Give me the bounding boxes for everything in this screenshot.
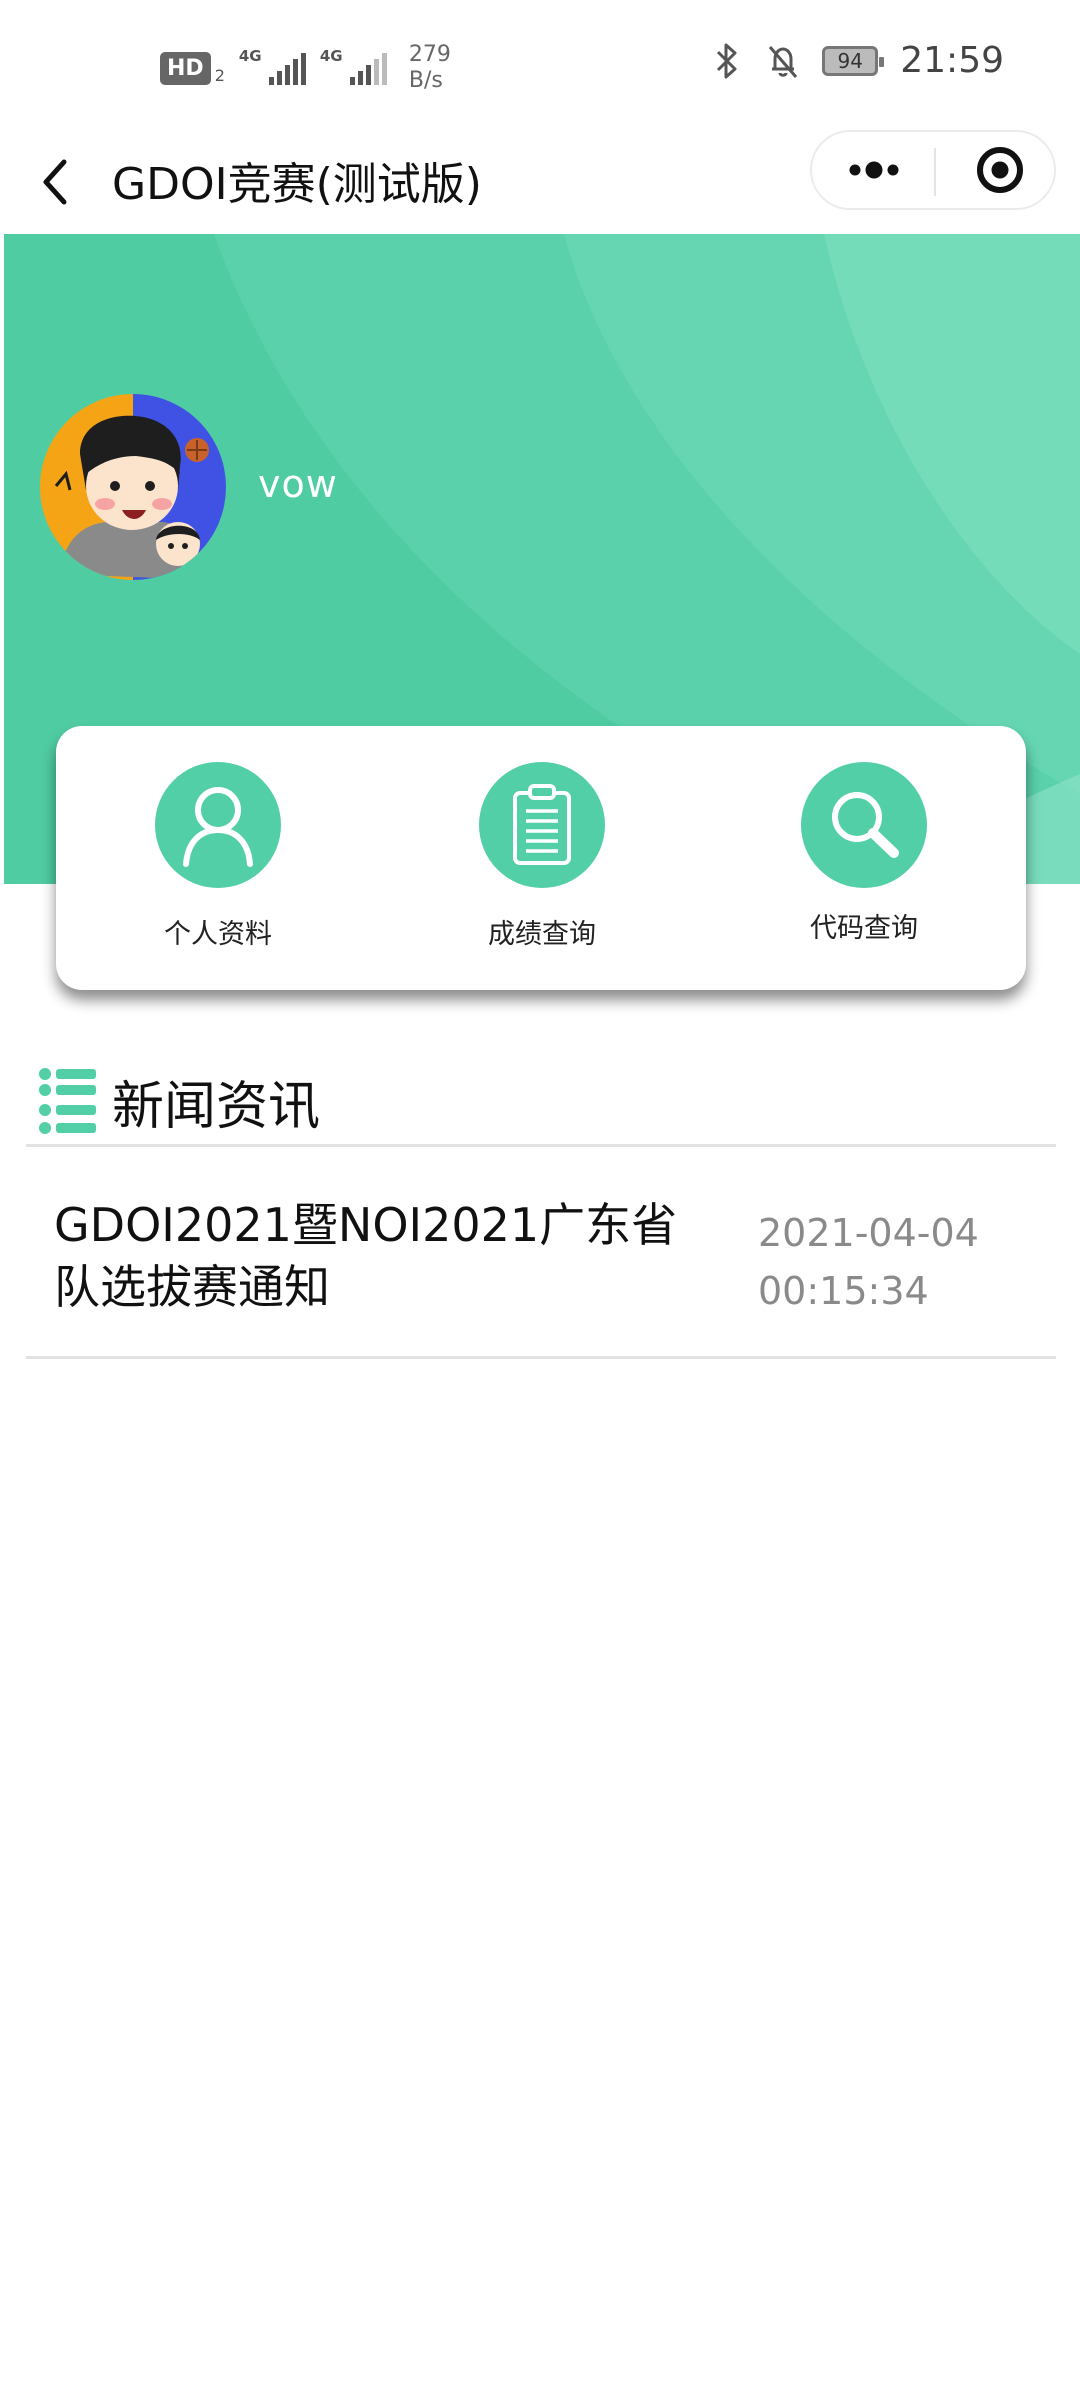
- menu-label: 代码查询: [810, 913, 918, 944]
- news-item-date: 2021-04-04: [758, 1211, 979, 1255]
- news-section-title: 新闻资讯: [112, 1076, 321, 1137]
- status-left: HD 2 4G 4G 279 B/s: [160, 42, 451, 94]
- bluetooth-icon: [717, 43, 737, 78]
- net-speed-value: 279: [408, 42, 451, 67]
- nav-bar: GDOI竞赛(测试版): [0, 130, 1080, 234]
- list-icon: [39, 1068, 96, 1134]
- clock: 21:59: [900, 40, 1004, 81]
- status-bar: HD 2 4G 4G 279 B/s 94 21:59: [0, 0, 1080, 130]
- avatar-image: [40, 394, 226, 580]
- news-item-title: GDOI2021暨NOI2021广东省队选拔赛通知: [54, 1198, 678, 1314]
- status-right: 94 21:59: [710, 40, 1004, 81]
- menu-icon-circle: [479, 762, 605, 888]
- menu-icon-circle: [801, 762, 927, 888]
- menu-label: 成绩查询: [488, 919, 596, 950]
- battery-level: 94: [837, 48, 863, 73]
- divider: [26, 1356, 1056, 1359]
- username: vow: [258, 462, 338, 506]
- mute-bell-icon: [769, 45, 798, 78]
- menu-icon-circle: [155, 762, 281, 888]
- hd-badge: HD: [160, 51, 211, 85]
- news-list-item[interactable]: GDOI2021暨NOI2021广东省队选拔赛通知 2021-04-04 00:…: [26, 1146, 1056, 1358]
- miniprogram-capsule: [810, 130, 1056, 210]
- close-circle-icon[interactable]: [936, 132, 1054, 208]
- net-speed: 279 B/s: [409, 42, 451, 94]
- clipboard-icon: [513, 784, 571, 865]
- news-item-time: 00:15:34: [758, 1269, 929, 1313]
- signal-icon: 4G: [239, 47, 306, 85]
- menu-item-code[interactable]: 代码查询: [764, 762, 964, 962]
- search-icon: [832, 792, 899, 858]
- net-label: 4G: [319, 47, 343, 65]
- person-icon: [183, 787, 253, 867]
- menu-card: 个人资料 成绩查询 代码查询: [56, 726, 1026, 990]
- net-label: 4G: [238, 47, 262, 65]
- menu-item-scores[interactable]: 成绩查询: [442, 762, 642, 962]
- signal-icon: 4G: [320, 47, 387, 85]
- more-icon[interactable]: [812, 132, 934, 208]
- page-title: GDOI竞赛(测试版): [112, 159, 482, 210]
- menu-label: 个人资料: [164, 919, 272, 950]
- back-arrow-icon[interactable]: [36, 150, 76, 214]
- battery-indicator: 94: [822, 45, 885, 76]
- menu-item-profile[interactable]: 个人资料: [118, 762, 318, 962]
- avatar[interactable]: [40, 394, 226, 580]
- net-speed-unit: B/s: [408, 68, 443, 93]
- news-item-timestamp: 2021-04-04 00:15:34: [758, 1204, 979, 1320]
- hd-sub: 2: [214, 65, 225, 85]
- news-section-header: 新闻资讯: [38, 1066, 321, 1137]
